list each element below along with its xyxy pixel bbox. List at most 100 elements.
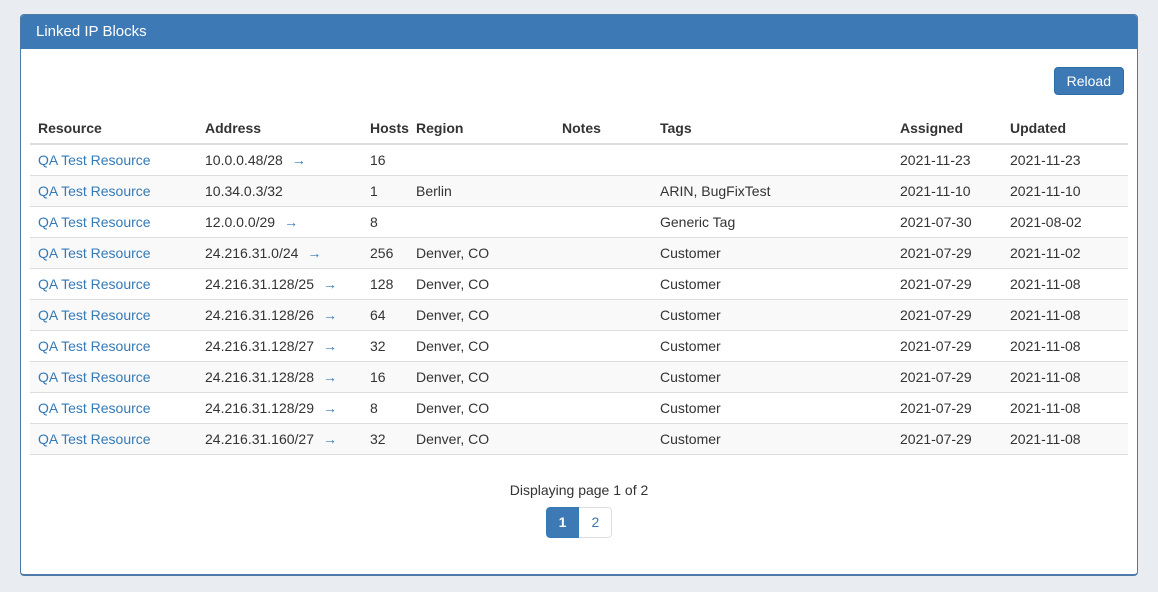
table-row: QA Test Resource24.216.31.128/27→32Denve…	[30, 331, 1128, 362]
cell-notes	[554, 176, 652, 207]
cell-resource: QA Test Resource	[30, 238, 197, 269]
goto-block-arrow-icon[interactable]: →	[323, 431, 337, 447]
cell-updated: 2021-11-08	[1002, 424, 1128, 455]
cell-address: 24.216.31.160/27→	[197, 424, 362, 455]
table-row: QA Test Resource10.34.0.3/321BerlinARIN,…	[30, 176, 1128, 207]
resource-link[interactable]: QA Test Resource	[38, 369, 151, 385]
cell-address: 10.0.0.48/28 →	[197, 144, 362, 176]
table-header-row: ResourceAddressHostsRegionNotesTagsAssig…	[30, 113, 1128, 144]
cell-tags: Customer	[652, 331, 892, 362]
cell-assigned: 2021-11-10	[892, 176, 1002, 207]
cell-resource: QA Test Resource	[30, 362, 197, 393]
cell-hosts: 16	[362, 144, 408, 176]
cell-hosts: 64	[362, 300, 408, 331]
cell-tags: Customer	[652, 393, 892, 424]
resource-link[interactable]: QA Test Resource	[38, 152, 151, 168]
address-text: 12.0.0.0/29	[205, 214, 275, 230]
cell-tags: Customer	[652, 238, 892, 269]
cell-assigned: 2021-07-29	[892, 424, 1002, 455]
column-header-tags: Tags	[652, 113, 892, 144]
goto-block-arrow-icon[interactable]: →	[292, 152, 306, 168]
cell-address: 24.216.31.128/25→	[197, 269, 362, 300]
column-header-notes: Notes	[554, 113, 652, 144]
table-row: QA Test Resource24.216.31.0/24→256Denver…	[30, 238, 1128, 269]
resource-link[interactable]: QA Test Resource	[38, 338, 151, 354]
cell-region: Denver, CO	[408, 238, 554, 269]
goto-block-arrow-icon[interactable]: →	[323, 276, 337, 292]
cell-updated: 2021-11-08	[1002, 393, 1128, 424]
column-header-hosts: Hosts	[362, 113, 408, 144]
address-text: 10.0.0.48/28	[205, 152, 283, 168]
cell-region: Denver, CO	[408, 331, 554, 362]
page-button-1[interactable]: 1	[546, 507, 580, 538]
column-header-resource: Resource	[30, 113, 197, 144]
resource-link[interactable]: QA Test Resource	[38, 276, 151, 292]
cell-notes	[554, 269, 652, 300]
resource-link[interactable]: QA Test Resource	[38, 400, 151, 416]
resource-link[interactable]: QA Test Resource	[38, 245, 151, 261]
page-button-2[interactable]: 2	[579, 507, 612, 538]
column-header-updated: Updated	[1002, 113, 1128, 144]
cell-assigned: 2021-07-29	[892, 238, 1002, 269]
table-row: QA Test Resource24.216.31.128/28→16Denve…	[30, 362, 1128, 393]
cell-hosts: 32	[362, 331, 408, 362]
cell-notes	[554, 207, 652, 238]
table-row: QA Test Resource 24.216.31.128/26→64Denve…	[30, 300, 1128, 331]
column-header-address: Address	[197, 113, 362, 144]
cell-updated: 2021-11-08	[1002, 300, 1128, 331]
cell-region: Denver, CO	[408, 269, 554, 300]
address-text: 24.216.31.128/28	[205, 369, 314, 385]
goto-block-arrow-icon[interactable]: →	[307, 245, 321, 261]
cell-updated: 2021-11-02	[1002, 238, 1128, 269]
cell-tags: Customer	[652, 269, 892, 300]
cell-updated: 2021-08-02	[1002, 207, 1128, 238]
cell-address: 24.216.31.128/26→	[197, 300, 362, 331]
goto-block-arrow-icon[interactable]: →	[323, 338, 337, 354]
cell-hosts: 8	[362, 393, 408, 424]
cell-assigned: 2021-07-30	[892, 207, 1002, 238]
cell-tags: Generic Tag	[652, 207, 892, 238]
address-text: 24.216.31.0/24	[205, 245, 298, 261]
cell-region	[408, 144, 554, 176]
cell-notes	[554, 331, 652, 362]
linked-ip-blocks-panel: Linked IP Blocks Reload ResourceAddressH…	[20, 14, 1138, 576]
cell-region: Denver, CO	[408, 300, 554, 331]
cell-notes	[554, 300, 652, 331]
goto-block-arrow-icon[interactable]: →	[323, 400, 337, 416]
table-row: QA Test Resource24.216.31.160/27→32Denve…	[30, 424, 1128, 455]
cell-assigned: 2021-07-29	[892, 331, 1002, 362]
cell-tags: Customer	[652, 424, 892, 455]
cell-address: 12.0.0.0/29 →	[197, 207, 362, 238]
cell-region	[408, 207, 554, 238]
cell-hosts: 8	[362, 207, 408, 238]
pagination-container: 12	[30, 507, 1128, 538]
panel-title: Linked IP Blocks	[36, 23, 147, 40]
cell-resource: QA Test Resource	[30, 300, 197, 331]
goto-block-arrow-icon[interactable]: →	[323, 307, 337, 323]
resource-link[interactable]: QA Test Resource	[38, 214, 151, 230]
pagination: 12	[546, 507, 613, 538]
reload-button[interactable]: Reload	[1054, 67, 1124, 95]
cell-resource: QA Test Resource	[30, 176, 197, 207]
resource-link[interactable]: QA Test Resource	[38, 307, 151, 323]
goto-block-arrow-icon[interactable]: →	[284, 214, 298, 230]
column-header-assigned: Assigned	[892, 113, 1002, 144]
cell-hosts: 1	[362, 176, 408, 207]
resource-link[interactable]: QA Test Resource	[38, 431, 151, 447]
cell-assigned: 2021-07-29	[892, 269, 1002, 300]
cell-hosts: 32	[362, 424, 408, 455]
cell-resource: QA Test Resource	[30, 331, 197, 362]
resource-link[interactable]: QA Test Resource	[38, 183, 151, 199]
cell-tags	[652, 144, 892, 176]
cell-notes	[554, 424, 652, 455]
table-row: QA Test Resource24.216.31.128/25→128Denv…	[30, 269, 1128, 300]
goto-block-arrow-icon[interactable]: →	[323, 369, 337, 385]
cell-tags: Customer	[652, 362, 892, 393]
cell-resource: QA Test Resource	[30, 393, 197, 424]
cell-assigned: 2021-07-29	[892, 362, 1002, 393]
panel-body: Reload ResourceAddressHostsRegionNotesTa…	[21, 49, 1137, 547]
table-row: QA Test Resource10.0.0.48/28→162021-11-2…	[30, 144, 1128, 176]
cell-assigned: 2021-07-29	[892, 300, 1002, 331]
cell-region: Denver, CO	[408, 393, 554, 424]
address-text: 24.216.31.128/29	[205, 400, 314, 416]
